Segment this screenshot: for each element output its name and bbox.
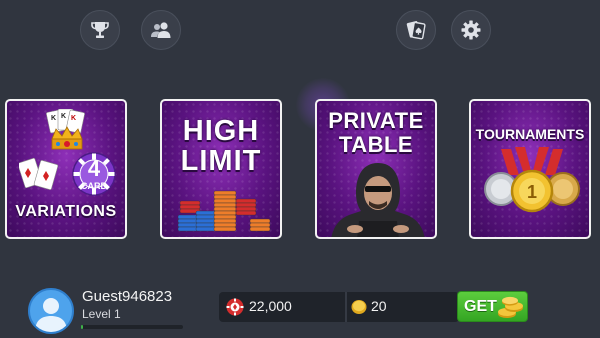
- mode-card-private-table[interactable]: PRIVATE TABLE: [315, 99, 437, 239]
- chip-icon: [226, 298, 244, 316]
- medals-art: 1: [484, 147, 580, 213]
- chip-stacks-art: [177, 190, 271, 232]
- card-count-number: 4: [87, 156, 101, 181]
- mode-card-tournaments[interactable]: TOURNAMENTS 1: [469, 99, 591, 239]
- get-coins-button[interactable]: GET: [457, 291, 528, 322]
- coin-stack-icon: [498, 296, 523, 318]
- trophy-icon: [91, 22, 109, 38]
- card-decks-button[interactable]: [396, 10, 436, 50]
- xp-progress-bar: [81, 325, 183, 329]
- diamond-cards-art: [19, 157, 59, 190]
- player-level: Level 1: [82, 307, 121, 321]
- card-count-label: CARD: [81, 181, 107, 191]
- svg-text:K: K: [51, 115, 56, 122]
- svg-text:K: K: [61, 113, 66, 120]
- mode-title: TOURNAMENTS: [475, 126, 585, 142]
- mode-title: VARIATIONS: [15, 203, 117, 220]
- user-icon: [35, 298, 67, 332]
- friends-icon: [151, 22, 171, 38]
- mode-card-high-limit[interactable]: HIGH LIMIT: [160, 99, 282, 239]
- mode-title-line1: HIGH: [182, 115, 260, 147]
- mode-card-variations[interactable]: K K K 4 CARD VARIATIONS: [5, 99, 127, 239]
- cards-icon: [406, 21, 426, 40]
- avatar[interactable]: [28, 288, 74, 334]
- xp-progress-fill: [81, 325, 84, 329]
- coins-balance: 20: [371, 298, 387, 314]
- chips-balance: 22,000: [249, 298, 292, 314]
- leaderboard-button[interactable]: [80, 10, 120, 50]
- mode-title-line1: PRIVATE: [328, 108, 424, 133]
- coin-icon: [351, 300, 367, 314]
- friends-button[interactable]: [141, 10, 181, 50]
- svg-text:K: K: [71, 115, 76, 122]
- hooded-player-art: [331, 163, 425, 237]
- wallet-divider: [345, 292, 347, 322]
- svg-text:1: 1: [527, 182, 537, 202]
- mode-title-line2: LIMIT: [180, 145, 262, 177]
- settings-button[interactable]: [451, 10, 491, 50]
- gear-icon: [461, 20, 481, 40]
- mode-title-line2: TABLE: [338, 132, 414, 157]
- player-name: Guest946823: [82, 288, 173, 305]
- get-button-label: GET: [464, 298, 497, 315]
